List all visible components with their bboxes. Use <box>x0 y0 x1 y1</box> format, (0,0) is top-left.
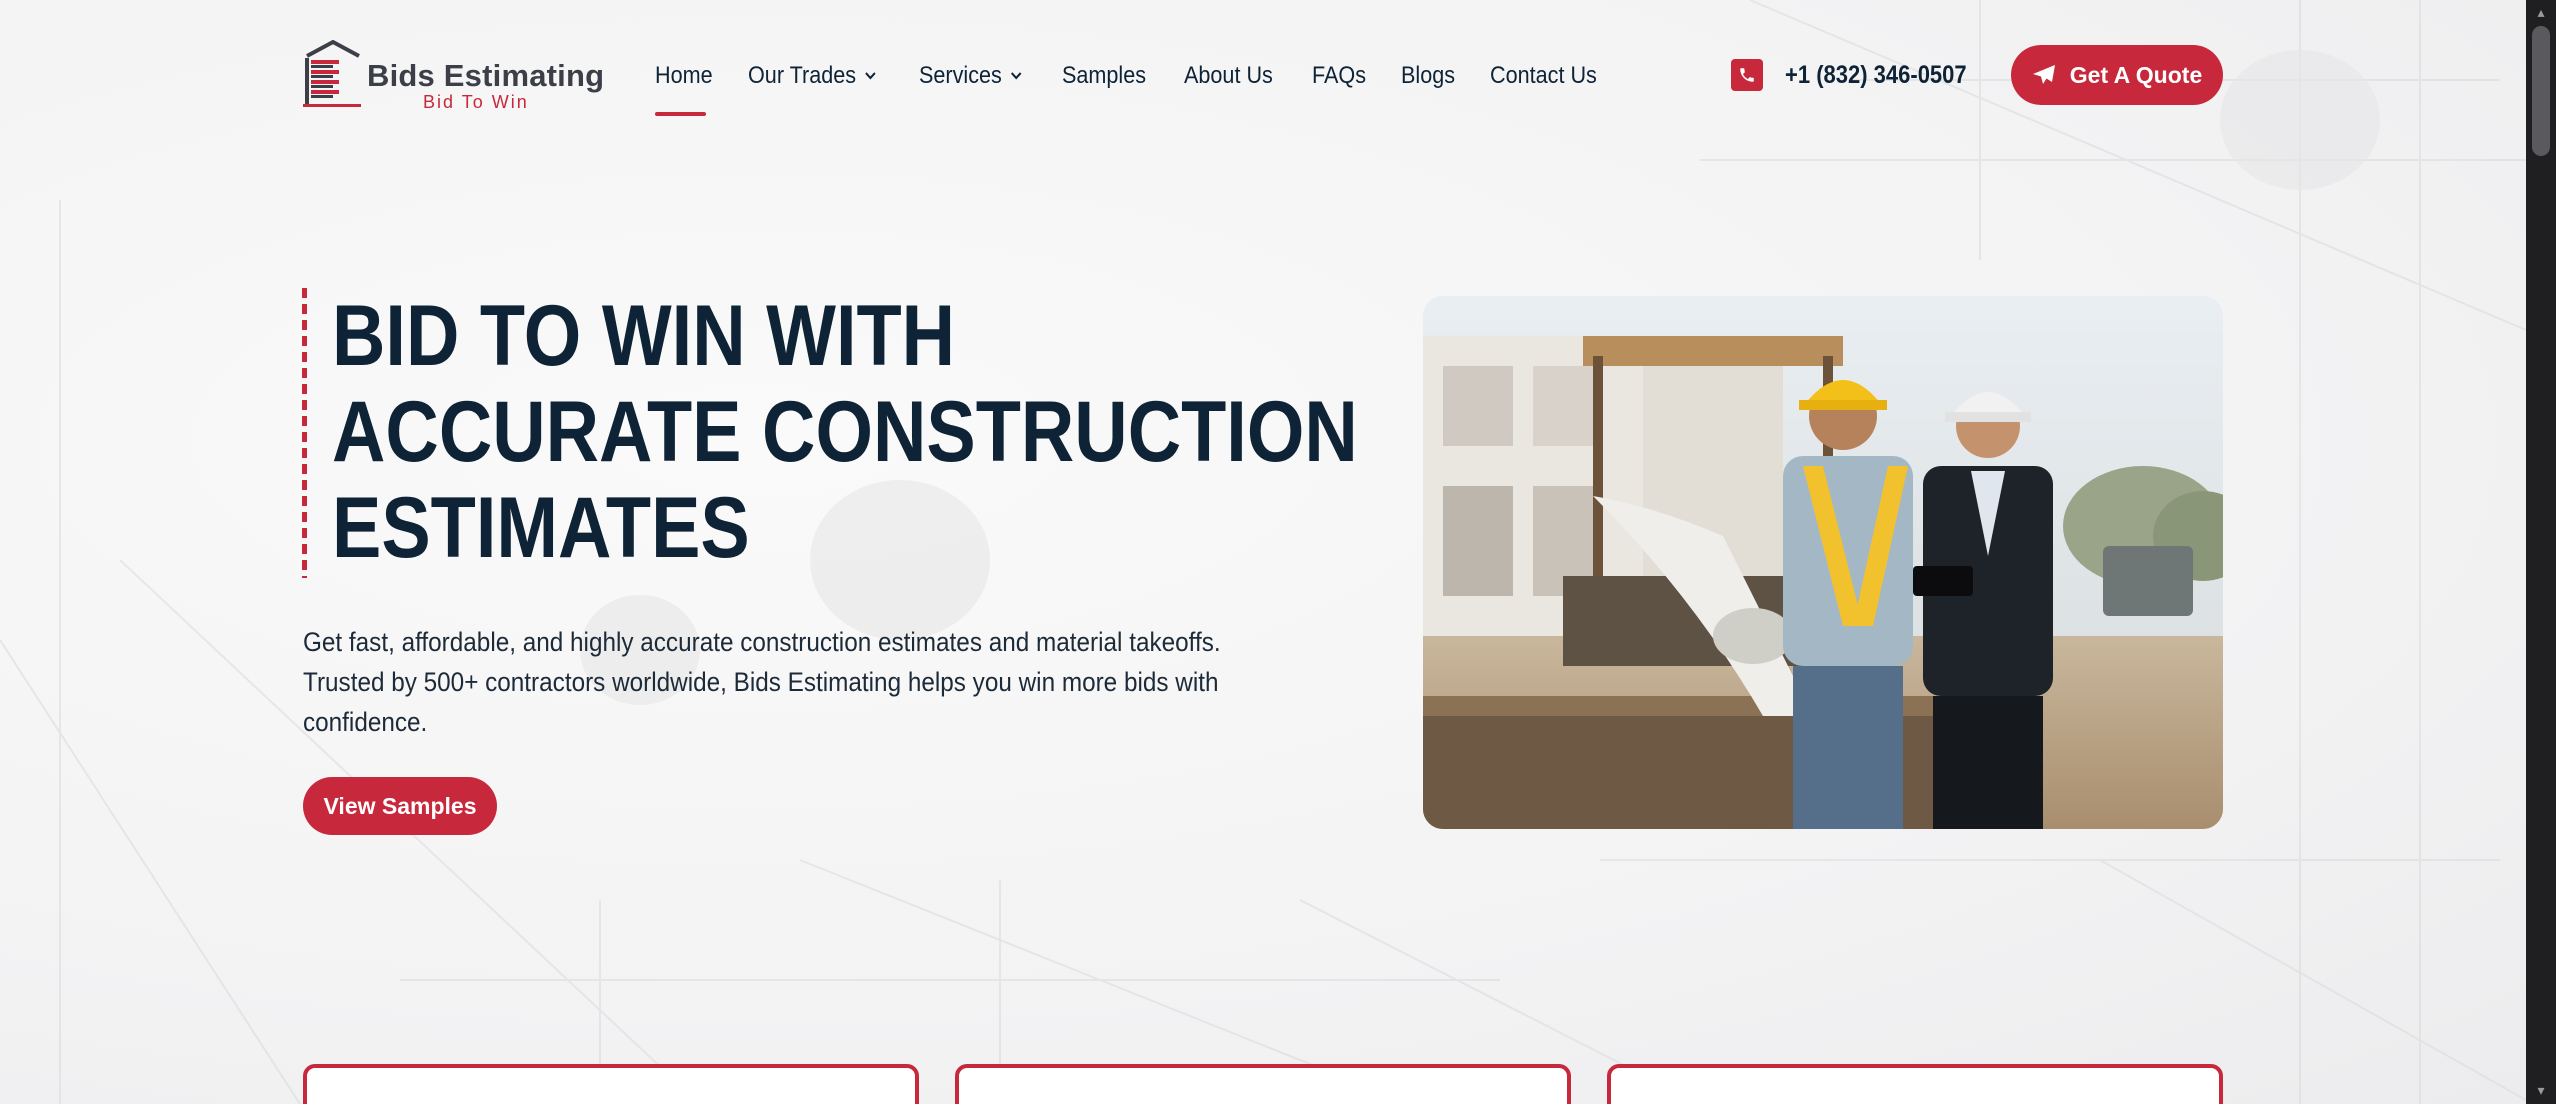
hero-title-line: ESTIMATES <box>332 480 750 576</box>
feature-card <box>303 1064 919 1104</box>
phone-link[interactable]: +1 (832) 346-0507 <box>1731 58 1991 92</box>
phone-number: +1 (832) 346-0507 <box>1785 60 1967 89</box>
hero-title-line: BID TO WIN WITH <box>332 288 956 384</box>
quote-button-label: Get A Quote <box>2069 61 2203 88</box>
nav-item-our-trades[interactable]: Our Trades <box>748 62 876 90</box>
site-header: Bids Estimating Bid To Win Home Our Trad… <box>0 0 2526 150</box>
brand-name: Bids Estimating <box>367 58 605 93</box>
feature-card <box>955 1064 1571 1104</box>
nav-item-label: About Us <box>1184 62 1274 89</box>
hero-description: Get fast, affordable, and highly accurat… <box>303 627 1221 737</box>
paper-plane-icon <box>2032 65 2055 84</box>
brand-logo[interactable]: Bids Estimating Bid To Win <box>303 40 604 114</box>
scroll-up-icon[interactable]: ▴ <box>2534 5 2548 19</box>
chevron-down-icon <box>1011 72 1022 80</box>
chevron-down-icon <box>865 72 876 80</box>
nav-item-faqs[interactable]: FAQs <box>1312 62 1366 90</box>
hero-image <box>1423 296 2223 829</box>
nav-item-services[interactable]: Services <box>919 62 1022 90</box>
get-a-quote-button[interactable]: Get A Quote <box>2011 45 2223 105</box>
hero-accent-bar <box>302 288 307 578</box>
nav-item-label: Services <box>919 62 1002 89</box>
nav-item-label: Blogs <box>1401 62 1456 89</box>
nav-item-samples[interactable]: Samples <box>1062 62 1146 90</box>
active-nav-indicator <box>655 112 706 116</box>
page-scrollbar[interactable]: ▴ ▾ <box>2526 0 2556 1104</box>
nav-item-label: Contact Us <box>1490 62 1598 89</box>
scroll-down-icon[interactable]: ▾ <box>2534 1083 2548 1097</box>
scrollbar-thumb[interactable] <box>2532 26 2550 156</box>
nav-item-contact-us[interactable]: Contact Us <box>1490 62 1597 90</box>
view-samples-button[interactable]: View Samples <box>303 777 497 835</box>
nav-item-label: Our Trades <box>748 62 857 89</box>
nav-item-about-us[interactable]: About Us <box>1184 62 1273 90</box>
brand-tagline: Bid To Win <box>423 92 529 112</box>
feature-card <box>1607 1064 2223 1104</box>
view-samples-label: View Samples <box>323 792 477 819</box>
nav-item-home[interactable]: Home <box>655 62 713 90</box>
building-logo-icon <box>303 40 361 107</box>
nav-item-label: Home <box>655 62 713 89</box>
hero-title: BID TO WIN WITH ACCURATE CONSTRUCTION ES… <box>332 288 1358 576</box>
hero-title-line: ACCURATE CONSTRUCTION <box>332 384 1358 480</box>
nav-item-blogs[interactable]: Blogs <box>1401 62 1455 90</box>
nav-item-label: FAQs <box>1312 62 1367 89</box>
phone-icon <box>1731 59 1763 91</box>
nav-item-label: Samples <box>1062 62 1147 89</box>
main-nav: Home Our Trades Services Samples About U… <box>655 58 1638 94</box>
construction-workers-image <box>1423 296 2223 829</box>
